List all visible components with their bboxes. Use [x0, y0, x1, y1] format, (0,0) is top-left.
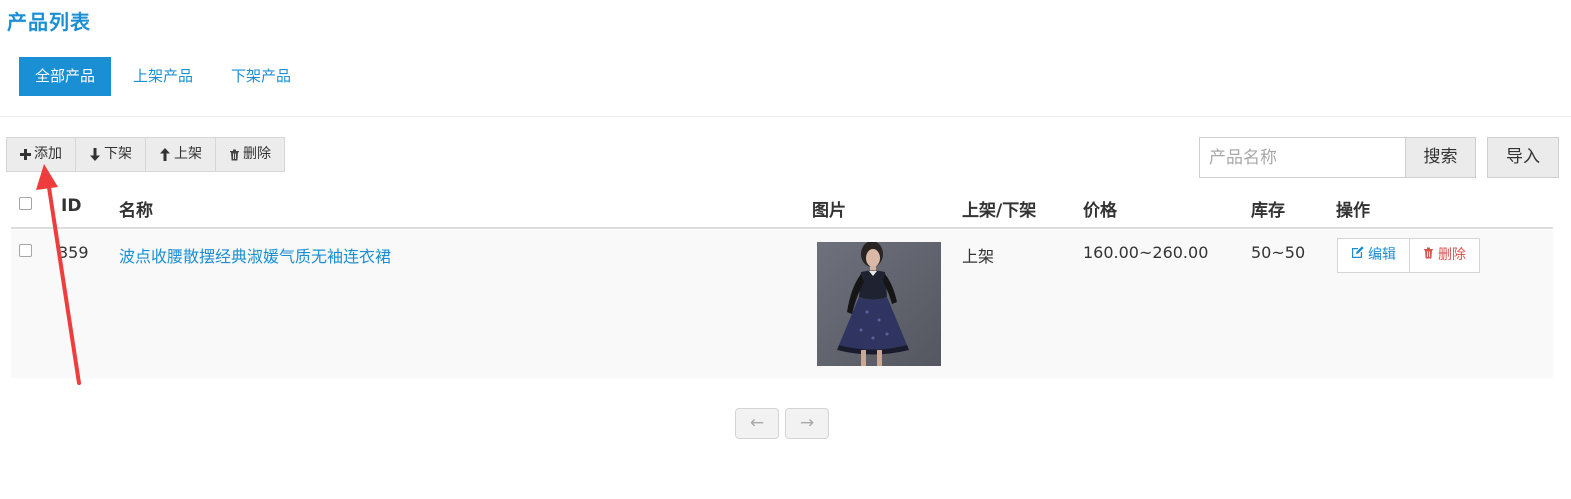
- shelve-button[interactable]: 上架: [146, 138, 216, 171]
- table-header: ID 名称 图片 上架/下架 价格 库存 操作: [11, 188, 1553, 229]
- next-page-button[interactable]: →: [785, 408, 829, 439]
- shelve-button-label: 上架: [174, 146, 202, 162]
- delete-button[interactable]: 删除: [216, 138, 284, 171]
- arrow-up-icon: [159, 148, 171, 161]
- edit-icon: [1351, 239, 1364, 272]
- pagination: ← →: [735, 408, 829, 439]
- import-button[interactable]: 导入: [1487, 137, 1559, 178]
- search-button[interactable]: 搜索: [1405, 137, 1476, 178]
- column-header-stock: 库存: [1251, 201, 1285, 221]
- page-title: 产品列表: [7, 10, 91, 34]
- tab-all-products[interactable]: 全部产品: [19, 57, 112, 96]
- row-status: 上架: [962, 247, 995, 266]
- delete-button-label: 删除: [243, 146, 271, 162]
- plus-icon: [20, 149, 31, 160]
- select-all-checkbox[interactable]: [19, 197, 32, 210]
- product-image[interactable]: [817, 242, 941, 366]
- table-row: 359 波点收腰散摆经典淑媛气质无袖连衣裙 上架 160.00~260.00 5…: [11, 230, 1553, 378]
- column-header-actions: 操作: [1336, 201, 1370, 221]
- column-header-status: 上架/下架: [962, 201, 1037, 221]
- add-button-label: 添加: [34, 146, 62, 162]
- prev-page-button[interactable]: ←: [735, 408, 779, 439]
- search-input[interactable]: [1199, 137, 1405, 178]
- row-actions: 编辑 删除: [1337, 238, 1480, 273]
- product-tabs: 全部产品 上架产品 下架产品: [19, 57, 307, 96]
- row-delete-button-label: 删除: [1438, 247, 1466, 263]
- product-name-link[interactable]: 波点收腰散摆经典淑媛气质无袖连衣裙: [119, 243, 391, 267]
- dress-photo-illustration: [817, 242, 941, 366]
- edit-button-label: 编辑: [1368, 247, 1396, 263]
- row-delete-button[interactable]: 删除: [1410, 239, 1479, 272]
- trash-icon: [1423, 239, 1434, 272]
- unshelve-button[interactable]: 下架: [76, 138, 146, 171]
- arrow-down-icon: [89, 148, 101, 161]
- column-header-price: 价格: [1083, 201, 1117, 221]
- edit-button[interactable]: 编辑: [1338, 239, 1410, 272]
- column-header-name: 名称: [119, 201, 153, 221]
- row-stock: 50~50: [1251, 243, 1306, 262]
- divider: [0, 116, 1571, 117]
- tab-on-shelf-products[interactable]: 上架产品: [117, 57, 209, 96]
- column-header-image: 图片: [812, 201, 846, 221]
- toolbar: 添加 下架 上架 删除: [6, 137, 285, 172]
- row-id: 359: [58, 243, 89, 262]
- row-checkbox[interactable]: [19, 244, 32, 257]
- tab-off-shelf-products[interactable]: 下架产品: [215, 57, 307, 96]
- add-button[interactable]: 添加: [7, 138, 76, 171]
- unshelve-button-label: 下架: [104, 146, 132, 162]
- row-price: 160.00~260.00: [1083, 243, 1209, 262]
- column-header-id: ID: [61, 196, 82, 216]
- trash-icon: [229, 149, 240, 161]
